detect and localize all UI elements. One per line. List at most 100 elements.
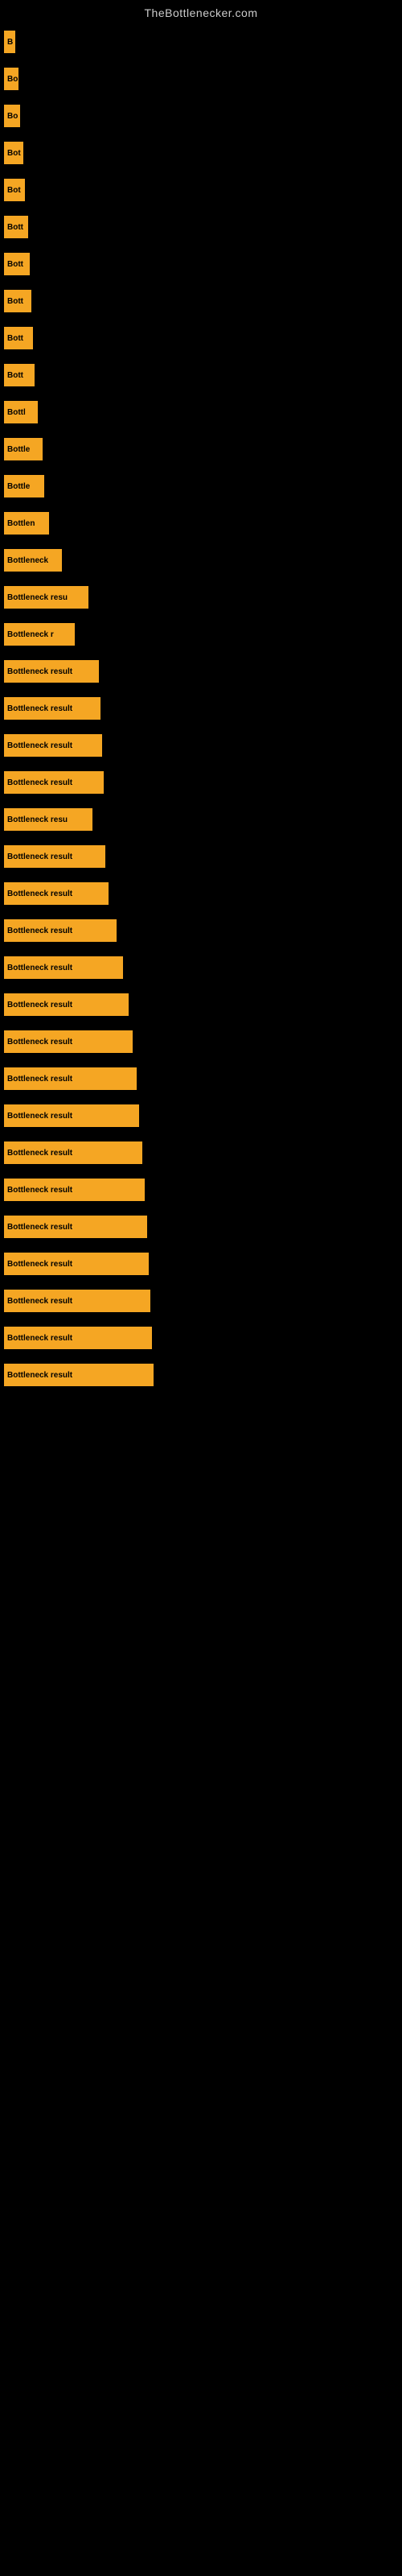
bar-label: Bottlen [7,519,35,528]
bar-row: Bott [4,216,402,238]
bar-label: Bottleneck result [7,778,72,787]
bar-label: Bottleneck result [7,1334,72,1343]
bar-item: Bottleneck result [4,1290,150,1312]
bar-item: Bot [4,179,25,201]
bar-item: Bottleneck result [4,1179,145,1201]
bar-label: Bottleneck result [7,1260,72,1269]
bar-label: Bottleneck result [7,704,72,713]
bar-label: Bottleneck r [7,630,54,639]
bar-item: Bottle [4,475,44,497]
bar-label: Bottleneck [7,556,48,565]
bar-row: Bottleneck result [4,956,402,979]
bar-row: Bottleneck resu [4,586,402,609]
bar-item: Bottleneck result [4,697,100,720]
bar-label: Bottleneck result [7,1075,72,1084]
bar-label: Bottleneck result [7,1149,72,1158]
bar-row: Bottleneck resu [4,808,402,831]
bar-row: Bottleneck result [4,1141,402,1164]
bar-item: Bottleneck result [4,734,102,757]
bar-label: Bo [7,112,18,121]
bar-row: Bo [4,105,402,127]
bar-item: Bottleneck result [4,1067,137,1090]
bar-row: Bottleneck result [4,919,402,942]
bar-row: Bottleneck result [4,1327,402,1349]
bar-label: Bottl [7,408,26,417]
bar-item: Bott [4,290,31,312]
bar-item: Bo [4,68,18,90]
bar-label: Bottleneck result [7,1038,72,1046]
bar-item: Bottleneck result [4,1327,152,1349]
bar-row: Bottle [4,475,402,497]
bar-item: Bottleneck result [4,956,123,979]
bar-label: Bottleneck result [7,667,72,676]
bar-label: Bottle [7,445,30,454]
bar-label: Bo [7,75,18,84]
bar-label: Bottleneck result [7,964,72,972]
bar-row: Bottl [4,401,402,423]
bar-row: Bottleneck result [4,1104,402,1127]
bar-label: Bott [7,260,23,269]
bar-row: Bott [4,253,402,275]
bar-label: Bottleneck result [7,890,72,898]
bars-container: B Bo Bo Bot Bot Bott Bott Bott Bott Bott Bottl Bott… [0,23,402,1401]
bar-label: Bottleneck result [7,1223,72,1232]
site-title: TheBottlenecker.com [0,0,402,23]
bar-row: Bottle [4,438,402,460]
bar-row: Bottleneck result [4,1253,402,1275]
bar-item: Bottleneck result [4,1030,133,1053]
bar-item: Bottleneck result [4,845,105,868]
bar-item: Bottleneck result [4,771,104,794]
bar-item: Bottlen [4,512,49,535]
bar-item: Bottleneck result [4,882,109,905]
bar-row: Bottleneck result [4,1030,402,1053]
bar-row: Bot [4,179,402,201]
bar-row: Bottleneck [4,549,402,572]
bar-row: Bott [4,364,402,386]
bar-label: Bottleneck result [7,1001,72,1009]
bar-item: Bottleneck result [4,1216,147,1238]
bar-row: Bottleneck result [4,882,402,905]
bar-row: Bottleneck result [4,1179,402,1201]
bar-label: Bot [7,186,21,195]
bar-row: Bottleneck result [4,660,402,683]
bar-item: Bottle [4,438,43,460]
bar-label: Bott [7,297,23,306]
bar-row: Bottleneck r [4,623,402,646]
bar-item: Bottleneck result [4,919,117,942]
bar-item: Bottleneck result [4,993,129,1016]
bar-row: Bo [4,68,402,90]
bar-item: Bott [4,216,28,238]
bar-item: B [4,31,15,53]
bar-row: Bottleneck result [4,1290,402,1312]
bar-item: Bott [4,364,35,386]
bar-label: Bott [7,371,23,380]
bar-item: Bottleneck [4,549,62,572]
bar-label: Bot [7,149,21,158]
bar-item: Bo [4,105,20,127]
bar-label: Bottle [7,482,30,491]
bar-row: Bot [4,142,402,164]
bar-label: B [7,38,13,47]
bar-item: Bottleneck result [4,1104,139,1127]
bar-label: Bottleneck result [7,852,72,861]
bar-label: Bottleneck resu [7,593,68,602]
bar-row: Bottleneck result [4,734,402,757]
bar-row: Bott [4,327,402,349]
bar-row: Bottleneck result [4,845,402,868]
bar-row: Bottleneck result [4,771,402,794]
bar-row: Bott [4,290,402,312]
bar-label: Bottleneck result [7,1112,72,1121]
bar-row: Bottleneck result [4,1067,402,1090]
bar-label: Bottleneck result [7,741,72,750]
bar-item: Bottl [4,401,38,423]
bar-label: Bottleneck result [7,1371,72,1380]
bar-row: Bottleneck result [4,993,402,1016]
bar-item: Bottleneck resu [4,586,88,609]
bar-row: Bottleneck result [4,1216,402,1238]
bar-item: Bottleneck result [4,1141,142,1164]
bar-row: Bottleneck result [4,697,402,720]
bar-item: Bottleneck resu [4,808,92,831]
bar-label: Bottleneck resu [7,815,68,824]
bar-item: Bottleneck r [4,623,75,646]
bar-label: Bottleneck result [7,1186,72,1195]
